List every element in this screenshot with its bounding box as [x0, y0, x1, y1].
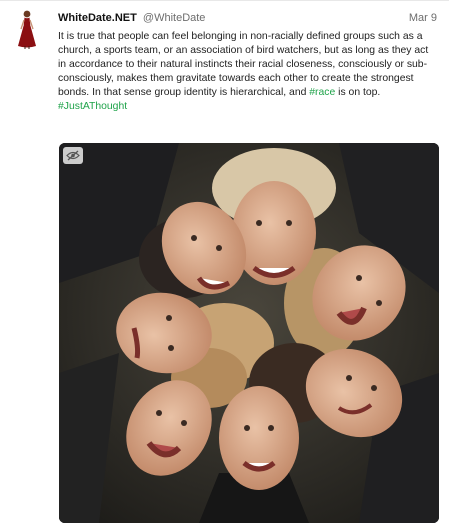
post-header: WhiteDate.NET @WhiteDate Mar 9	[58, 10, 437, 26]
group-photo-illustration	[59, 143, 439, 523]
hashtag-justathought-link[interactable]: #JustAThought	[58, 101, 127, 112]
author-avatar[interactable]	[14, 9, 40, 49]
post-date[interactable]: Mar 9	[409, 10, 437, 26]
post-text-part2: is on top.	[335, 86, 381, 98]
post-body: It is true that people can feel belongin…	[58, 30, 433, 113]
post-card: WhiteDate.NET @WhiteDate Mar 9 It is tru…	[0, 0, 449, 529]
author-name[interactable]: WhiteDate.NET	[58, 12, 137, 24]
post-text: It is true that people can feel belongin…	[58, 30, 433, 100]
author-handle[interactable]: @WhiteDate	[143, 12, 206, 24]
hashtag-race-link[interactable]: #race	[309, 87, 335, 98]
post-image[interactable]	[59, 143, 439, 523]
eye-slash-icon	[66, 150, 80, 161]
visibility-toggle-button[interactable]	[63, 147, 83, 164]
